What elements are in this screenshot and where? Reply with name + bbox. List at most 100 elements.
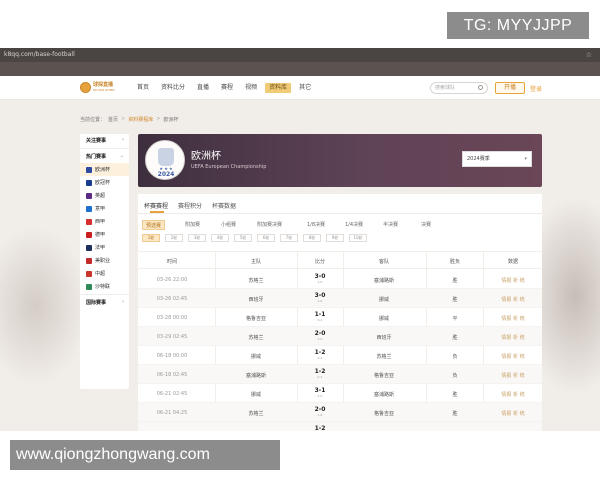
sidebar-item-league[interactable]: 法甲 (80, 241, 129, 254)
search-input[interactable]: 搜索球队 (430, 82, 488, 94)
sidebar-item-league[interactable]: 中超 (80, 267, 129, 280)
round-option[interactable]: 1/8决赛 (304, 220, 328, 230)
tab-cup-schedule[interactable]: 杯赛赛程 (144, 201, 168, 210)
search-icon[interactable] (478, 85, 483, 90)
bookmark-star-icon[interactable]: ☆ (586, 48, 592, 62)
round-option[interactable]: 小组赛 (218, 220, 239, 230)
breadcrumb-home[interactable]: 首页 (108, 116, 118, 123)
nav-item-live[interactable]: 直播 (193, 83, 213, 93)
cell-data-links[interactable]: 情报 析 统 (484, 334, 542, 341)
matchday-option[interactable]: 7轮 (280, 234, 298, 242)
cell-away-team[interactable]: 格鲁吉亚 (344, 372, 424, 379)
sidebar-item-league[interactable]: 欧冠杯 (80, 176, 129, 189)
breadcrumb-database[interactable]: 资料赛程库 (128, 116, 153, 123)
cell-home-team[interactable]: 苏格兰 (216, 334, 296, 341)
cell-home-team[interactable]: 苏格兰 (216, 410, 296, 417)
league-badge-icon (86, 270, 92, 277)
cell-home-team[interactable]: 挪威 (216, 391, 296, 398)
cell-data-links[interactable]: 情报 析 统 (484, 296, 542, 303)
matchday-option[interactable]: 3轮 (188, 234, 206, 242)
tab-cup-data[interactable]: 杯赛数据 (212, 201, 236, 210)
matchday-option[interactable]: 2轮 (165, 234, 183, 242)
league-badge-icon (86, 205, 92, 212)
round-option[interactable]: 半决赛 (380, 220, 401, 230)
round-option[interactable]: 1/4决赛 (342, 220, 366, 230)
round-option[interactable]: 决赛 (418, 220, 434, 230)
matchday-option[interactable]: 8轮 (303, 234, 321, 242)
nav-item-schedule[interactable]: 赛程 (217, 83, 237, 93)
cell-result: 平 (452, 316, 458, 322)
cell-result: 负 (452, 373, 458, 379)
cell-data-links[interactable]: 情报 析 统 (484, 315, 542, 322)
sidebar-followed[interactable]: 关注赛事 › (80, 134, 129, 147)
cell-away-team[interactable]: 挪威 (344, 315, 424, 322)
cell-home-team[interactable]: 苏格兰 (216, 277, 296, 284)
nav-item-scores[interactable]: 资料比分 (157, 83, 189, 93)
start-stream-button[interactable]: 开播 (495, 82, 525, 94)
matchday-option[interactable]: 6轮 (257, 234, 275, 242)
sidebar-item-league[interactable]: 欧洲杯 (80, 163, 129, 176)
euro-emblem-icon: ★ ★ ★ 2024 (145, 140, 185, 180)
nav-item-database[interactable]: 资料库 (265, 83, 292, 93)
sidebar-item-league[interactable]: 沙特联 (80, 280, 129, 293)
cell-away-team[interactable]: 塞浦路斯 (344, 277, 424, 284)
cell-data-links[interactable]: 情报 析 统 (484, 391, 542, 398)
sidebar-item-league[interactable]: 西甲 (80, 215, 129, 228)
header-data: 数据 (507, 259, 518, 265)
login-link[interactable]: 登录 (530, 84, 542, 93)
cell-data-links[interactable]: 情报 析 统 (484, 277, 542, 284)
half-time-score: 0-1 (317, 356, 323, 360)
address-url[interactable]: k8qq.com/base-football (4, 51, 75, 58)
matchday-option[interactable]: 9轮 (326, 234, 344, 242)
table-row: 03-26 22:00 苏格兰 塞浦路斯 胜 情报 析 统 3-0 1-0 (138, 270, 542, 289)
cell-away-team[interactable]: 格鲁吉亚 (344, 410, 424, 417)
cell-score[interactable]: 3-0 1-0 (298, 273, 342, 284)
cell-score[interactable]: 3-1 1-0 (298, 387, 342, 398)
half-time-score: 1-0 (317, 337, 323, 341)
cell-score[interactable]: 1-1 0-1 (298, 311, 342, 322)
sidebar-item-league[interactable]: 意甲 (80, 202, 129, 215)
tab-standings[interactable]: 赛程积分 (178, 201, 202, 210)
sidebar-item-league[interactable]: 英超 (80, 189, 129, 202)
cell-score[interactable]: 2-0 1-0 (298, 406, 342, 417)
nav-item-video[interactable]: 视频 (241, 83, 261, 93)
cell-home-team[interactable]: 塞浦路斯 (216, 372, 296, 379)
nav-item-home[interactable]: 首页 (133, 83, 153, 93)
cell-away-team[interactable]: 塞浦路斯 (344, 391, 424, 398)
nav-item-other[interactable]: 其它 (295, 83, 315, 93)
cell-away-team[interactable]: 挪威 (344, 296, 424, 303)
full-time-score: 1-2 (314, 368, 326, 375)
cell-data-links[interactable]: 情报 析 统 (484, 410, 542, 417)
matchday-option[interactable]: 4轮 (211, 234, 229, 242)
sidebar-hot[interactable]: 热门赛事 ⌄ (80, 150, 129, 163)
cell-home-team[interactable]: 挪威 (216, 353, 296, 360)
cell-away-team[interactable]: 苏格兰 (344, 353, 424, 360)
matchday-option[interactable]: 1轮 (142, 234, 160, 242)
cell-score[interactable]: 3-0 1-0 (298, 292, 342, 303)
season-select[interactable]: 2024赛季 ▾ (462, 151, 532, 167)
sidebar-item-league[interactable]: 德甲 (80, 228, 129, 241)
chevron-down-icon: ⌄ (119, 153, 124, 159)
cell-data-links[interactable]: 情报 析 统 (484, 353, 542, 360)
table-row: 03-29 02:45 苏格兰 西班牙 胜 情报 析 统 2-0 1-0 (138, 327, 542, 346)
cell-score[interactable]: 1-2 0-1 (298, 349, 342, 360)
round-option[interactable]: 附加赛决赛 (254, 220, 285, 230)
tg-badge: TG: MYYJJPP (447, 12, 589, 39)
address-bar[interactable]: k8qq.com/base-football ☆ (0, 48, 600, 62)
cell-away-team[interactable]: 西班牙 (344, 334, 424, 341)
cell-home-team[interactable]: 格鲁吉亚 (216, 315, 296, 322)
sidebar-item-league[interactable]: 美职业 (80, 254, 129, 267)
cell-data-links[interactable]: 情报 析 统 (484, 372, 542, 379)
site-logo[interactable]: 球探直播 QIUTAN ZHIBO (80, 82, 120, 94)
half-time-score: 0-1 (317, 318, 323, 322)
cell-result: 胜 (452, 297, 458, 303)
cell-home-team[interactable]: 西班牙 (216, 296, 296, 303)
sidebar-international[interactable]: 国际赛事 › (80, 296, 129, 309)
matchday-option[interactable]: 10轮 (349, 234, 367, 242)
cell-score[interactable]: 2-0 1-0 (298, 330, 342, 341)
round-option[interactable]: 附加赛 (182, 220, 203, 230)
matchday-option[interactable]: 5轮 (234, 234, 252, 242)
half-time-score: 1-0 (317, 413, 323, 417)
round-option[interactable]: 预选赛 (142, 220, 166, 230)
cell-score[interactable]: 1-2 0-1 (298, 368, 342, 379)
